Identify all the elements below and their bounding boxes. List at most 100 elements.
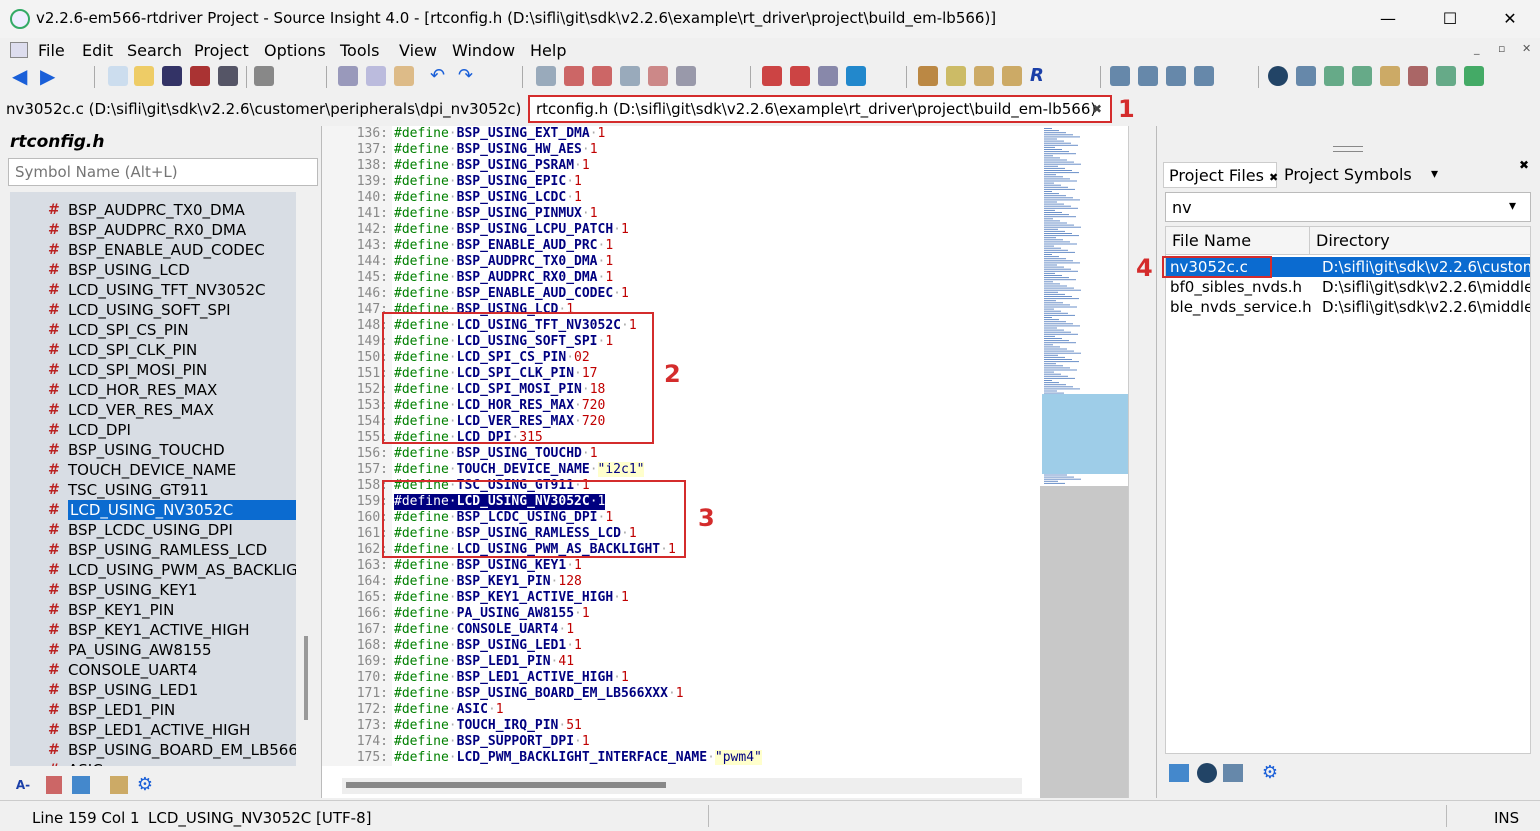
- code-line[interactable]: #define·BSP_KEY1_PIN·128: [394, 574, 582, 590]
- build-icon[interactable]: [918, 66, 938, 86]
- symbol-item[interactable]: # LCD_DPI: [10, 420, 296, 440]
- sort-az-icon[interactable]: A-Z: [12, 774, 34, 814]
- open-folder-icon[interactable]: [1169, 764, 1189, 782]
- code-line[interactable]: #define·BSP_USING_EXT_DMA·1: [394, 126, 605, 142]
- mdi-close-button[interactable]: ✕: [1522, 42, 1531, 55]
- menu-project[interactable]: Project: [194, 41, 249, 60]
- window-list-icon[interactable]: [1436, 66, 1456, 86]
- symbol-window-icon[interactable]: [1296, 66, 1316, 86]
- bookmark-next-icon[interactable]: [790, 66, 810, 86]
- file-row[interactable]: ble_nvds_service.h D:\sifli\git\sdk\v2.2.…: [1166, 297, 1530, 317]
- context-window-icon[interactable]: [1352, 66, 1372, 86]
- symbol-item[interactable]: # PA_USING_AW8155: [10, 640, 296, 660]
- symbol-item[interactable]: # BSP_ENABLE_AUD_CODEC: [10, 240, 296, 260]
- symbol-item[interactable]: # BSP_AUDPRC_TX0_DMA: [10, 200, 296, 220]
- bookmark-list-icon[interactable]: [818, 66, 838, 86]
- panel-grip[interactable]: [1333, 146, 1363, 152]
- symbol-item[interactable]: # LCD_SPI_CLK_PIN: [10, 340, 296, 360]
- layout-1-icon[interactable]: [1110, 66, 1130, 86]
- menu-view[interactable]: View: [399, 41, 437, 60]
- symbol-item[interactable]: # TOUCH_DEVICE_NAME: [10, 460, 296, 480]
- book-icon[interactable]: [110, 776, 128, 794]
- save-icon[interactable]: [162, 66, 182, 86]
- symbol-item[interactable]: # BSP_USING_KEY1: [10, 580, 296, 600]
- chevron-down-icon[interactable]: ▾: [1431, 166, 1438, 182]
- code-line[interactable]: #define·ASIC·1: [394, 702, 504, 718]
- code-line[interactable]: #define·BSP_USING_KEY1·1: [394, 558, 582, 574]
- print-icon[interactable]: [254, 66, 274, 86]
- paste-icon[interactable]: [394, 66, 414, 86]
- gear-icon[interactable]: ⚙: [134, 774, 156, 796]
- code-line[interactable]: #define·BSP_AUDPRC_TX0_DMA·1: [394, 254, 613, 270]
- list-icon[interactable]: [46, 776, 62, 794]
- search-dropdown-icon[interactable]: ▾: [1509, 198, 1516, 214]
- symbol-item[interactable]: # BSP_USING_LCD: [10, 260, 296, 280]
- code-line[interactable]: #define·BSP_USING_LCDC·1: [394, 190, 582, 206]
- search-files-icon[interactable]: [620, 66, 640, 86]
- symbol-item[interactable]: # BSP_KEY1_ACTIVE_HIGH: [10, 620, 296, 640]
- gear-icon[interactable]: ⚙: [1259, 762, 1281, 784]
- code-line[interactable]: #define·BSP_KEY1_ACTIVE_HIGH·1: [394, 590, 629, 606]
- code-line[interactable]: #define·BSP_ENABLE_AUD_CODEC·1: [394, 286, 629, 302]
- menu-options[interactable]: Options: [264, 41, 326, 60]
- code-line[interactable]: #define·BSP_LED1_PIN·41: [394, 654, 574, 670]
- undo-icon[interactable]: ↶: [430, 66, 450, 86]
- tree-icon[interactable]: [1380, 66, 1400, 86]
- menu-file[interactable]: File: [38, 41, 65, 60]
- symbol-item[interactable]: # LCD_USING_PWM_AS_BACKLIGI: [10, 560, 296, 580]
- code-line[interactable]: #define·BSP_USING_PSRAM·1: [394, 158, 590, 174]
- column-directory[interactable]: Directory: [1310, 227, 1530, 255]
- bookmark-prev-icon[interactable]: [762, 66, 782, 86]
- mdi-minimize-button[interactable]: _: [1474, 42, 1480, 55]
- symbol-item[interactable]: # BSP_AUDPRC_RX0_DMA: [10, 220, 296, 240]
- mdi-restore-button[interactable]: ▫: [1498, 42, 1505, 55]
- lookup-icon[interactable]: [946, 66, 966, 86]
- browse-icon[interactable]: [676, 66, 696, 86]
- replace-icon[interactable]: [648, 66, 668, 86]
- maximize-button[interactable]: ☐: [1430, 6, 1470, 32]
- back-icon[interactable]: ◀: [12, 66, 32, 86]
- tab-nv3052c[interactable]: nv3052c.c (D:\sifli\git\sdk\v2.2.6\custo…: [0, 96, 522, 122]
- symbol-list-scroll-thumb[interactable]: [304, 636, 308, 720]
- code-line[interactable]: #define·BSP_AUDPRC_RX0_DMA·1: [394, 270, 613, 286]
- save-all-icon[interactable]: [190, 66, 210, 86]
- symbol-item[interactable]: # LCD_USING_NV3052C: [10, 500, 296, 520]
- book-icon[interactable]: [974, 66, 994, 86]
- symbol-item[interactable]: # BSP_USING_LED1: [10, 680, 296, 700]
- library-icon[interactable]: [1002, 66, 1022, 86]
- editor-vertical-scrollbar[interactable]: [1128, 126, 1156, 798]
- code-line[interactable]: #define·BSP_ENABLE_AUD_PRC·1: [394, 238, 613, 254]
- code-line[interactable]: #define·BSP_USING_BOARD_EM_LB566XXX·1: [394, 686, 684, 702]
- forward-icon[interactable]: ▶: [40, 66, 60, 86]
- symbol-item[interactable]: # LCD_VER_RES_MAX: [10, 400, 296, 420]
- code-line[interactable]: #define·BSP_USING_PINMUX·1: [394, 206, 598, 222]
- new-file-icon[interactable]: [108, 66, 128, 86]
- code-editor[interactable]: 136: 137: 138: 139: 140: 141: 142: 143: 144: 145:…: [322, 126, 1044, 798]
- list-icon[interactable]: [1223, 764, 1243, 782]
- relation-icon[interactable]: R: [1030, 66, 1050, 86]
- copy-icon[interactable]: [366, 66, 386, 86]
- code-line[interactable]: #define·BSP_USING_TOUCHD·1: [394, 446, 598, 462]
- tree-icon[interactable]: [72, 776, 90, 794]
- tab-project-symbols[interactable]: Project Symbols: [1279, 162, 1425, 188]
- tab-close-icon[interactable]: ✖: [1269, 171, 1278, 184]
- star-icon[interactable]: [846, 66, 866, 86]
- cut-icon[interactable]: [338, 66, 358, 86]
- symbol-item[interactable]: # LCD_SPI_CS_PIN: [10, 320, 296, 340]
- file-row[interactable]: bf0_sibles_nvds.h D:\sifli\git\sdk\v2.2.6…: [1166, 277, 1530, 297]
- symbol-item[interactable]: # LCD_SPI_MOSI_PIN: [10, 360, 296, 380]
- relation-window-icon[interactable]: [1324, 66, 1344, 86]
- symbol-item[interactable]: # CONSOLE_UART4: [10, 660, 296, 680]
- layout-2-icon[interactable]: [1138, 66, 1158, 86]
- minimap-viewport[interactable]: [1042, 394, 1128, 474]
- code-line[interactable]: #define·PA_USING_AW8155·1: [394, 606, 590, 622]
- globe-icon[interactable]: [1464, 66, 1484, 86]
- project-file-search-input[interactable]: [1165, 192, 1531, 222]
- close-button[interactable]: ✕: [1490, 6, 1530, 32]
- minimize-button[interactable]: —: [1368, 6, 1408, 32]
- clip-icon[interactable]: [1408, 66, 1428, 86]
- symbol-item[interactable]: # BSP_LED1_PIN: [10, 700, 296, 720]
- search-forward-icon[interactable]: [592, 66, 612, 86]
- code-line[interactable]: #define·BSP_LED1_ACTIVE_HIGH·1: [394, 670, 629, 686]
- column-file-name[interactable]: File Name: [1166, 227, 1310, 255]
